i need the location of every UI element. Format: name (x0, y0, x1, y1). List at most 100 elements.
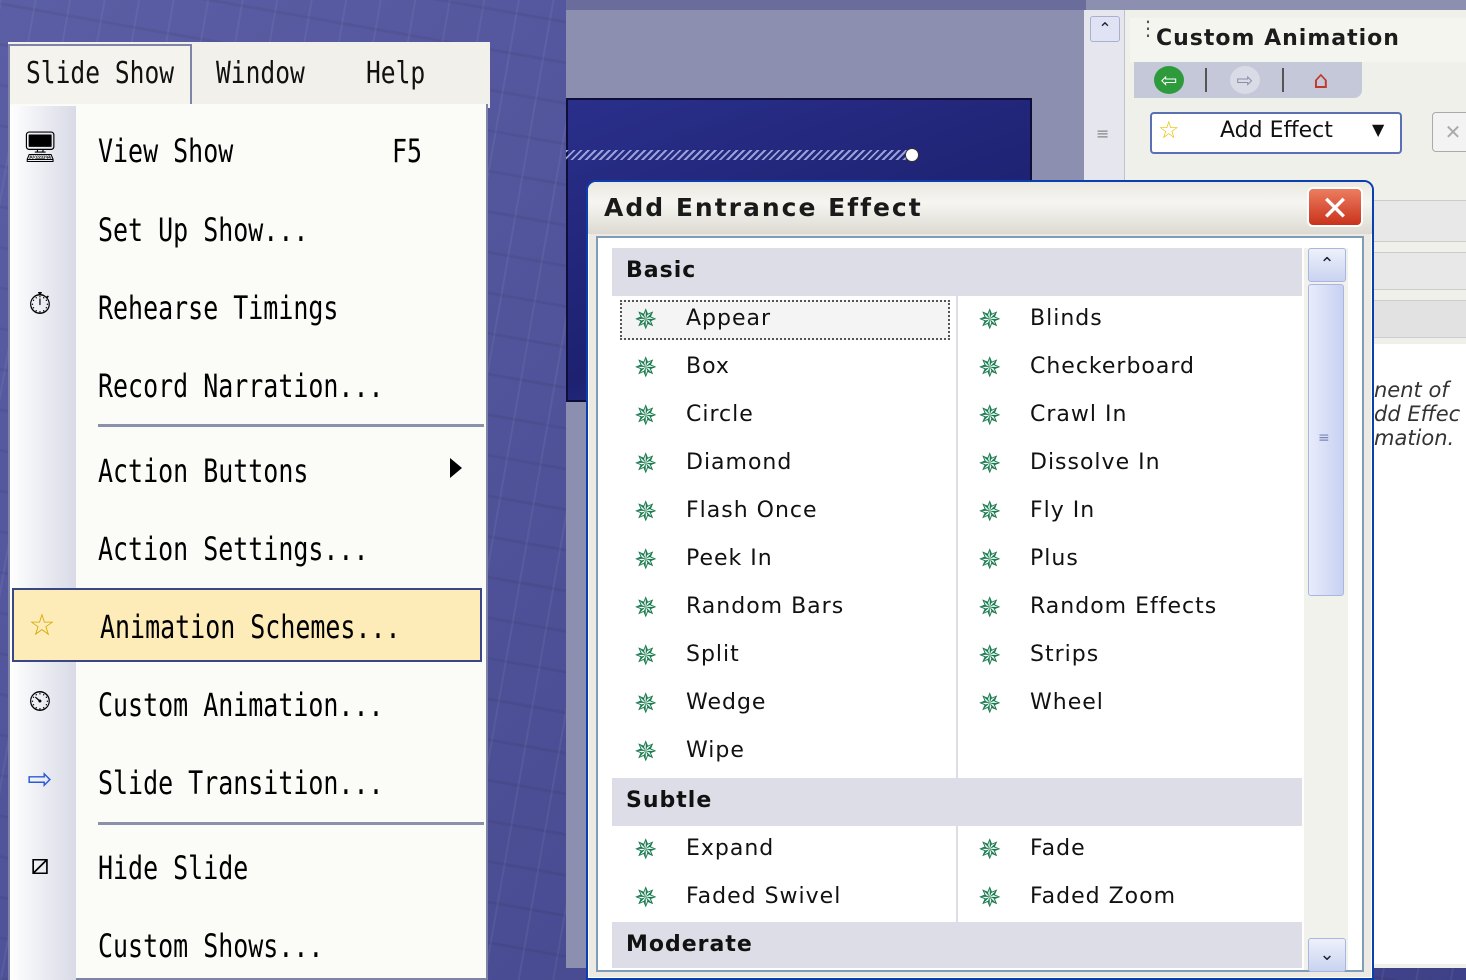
close-button[interactable]: ✕ (1307, 187, 1363, 229)
effect-item[interactable]: ✵ Diamond (618, 444, 952, 484)
effect-item[interactable]: ✵ Random Effects (962, 588, 1296, 628)
projector-icon: 🖥 (20, 130, 60, 165)
menu-item-view-show[interactable]: 🖥 View Show F5 (10, 116, 484, 182)
entrance-effect-star-icon: ✵ (634, 351, 658, 384)
effect-item[interactable]: ✵ Wheel (962, 684, 1296, 724)
task-pane-hint-line: dd Effec (1374, 402, 1461, 426)
menu-item-label: View Show (98, 132, 234, 170)
effect-item[interactable]: ✵ Strips (962, 636, 1296, 676)
effect-label: Diamond (686, 450, 793, 475)
resize-handle[interactable] (905, 148, 919, 162)
group-label: Basic (626, 258, 697, 283)
modify-property-field[interactable] (1372, 252, 1466, 290)
effect-label: Faded Zoom (1030, 884, 1176, 909)
menu-item-set-up-show[interactable]: Set Up Show... (10, 195, 484, 261)
effect-label: Fade (1030, 836, 1086, 861)
home-icon[interactable]: ⌂ (1306, 66, 1336, 94)
menu-item-custom-animation[interactable]: ⏲ Custom Animation... (10, 670, 484, 736)
effect-label: Circle (686, 402, 754, 427)
effect-label: Strips (1030, 642, 1100, 667)
effect-item[interactable]: ✵ Wedge (618, 684, 952, 724)
effect-item[interactable]: ✵ Blinds (962, 300, 1296, 340)
group-label: Moderate (626, 932, 753, 957)
entrance-effect-star-icon: ✵ (978, 639, 1002, 672)
effect-item[interactable]: ✵ Dissolve In (962, 444, 1296, 484)
effect-item[interactable]: ✵ Wipe (618, 732, 952, 772)
menu-item-label: Record Narration... (98, 367, 384, 405)
effect-item[interactable]: ✵ Fade (962, 830, 1296, 870)
effect-label: Blinds (1030, 306, 1103, 331)
menu-item-label: Animation Schemes... (100, 608, 401, 646)
menu-item-custom-shows[interactable]: Custom Shows... (10, 911, 484, 977)
entrance-effect-star-icon: ✵ (634, 881, 658, 914)
slide-transition-icon: ⇨ (27, 762, 53, 797)
effect-item[interactable]: ✵ Crawl In (962, 396, 1296, 436)
effect-item[interactable]: ✵ Appear (618, 300, 952, 340)
scroll-down-button[interactable]: ⌄ (1308, 938, 1346, 972)
task-pane-scroll-up-button[interactable]: ⌃ (1090, 16, 1120, 42)
effect-item[interactable]: ✵ Faded Swivel (618, 878, 952, 918)
menu-item-action-buttons[interactable]: Action Buttons (10, 436, 484, 502)
effect-item[interactable]: ✵ Flash Once (618, 492, 952, 532)
effect-item[interactable]: ✵ Checkerboard (962, 348, 1296, 388)
effect-item[interactable]: ✵ Split (618, 636, 952, 676)
effect-label: Box (686, 354, 730, 379)
menu-item-shortcut: F5 (392, 132, 423, 170)
scroll-up-button[interactable]: ⌃ (1308, 248, 1346, 282)
menu-item-hide-slide[interactable]: ⧄ Hide Slide (10, 833, 484, 899)
effect-item[interactable]: ✵ Plus (962, 540, 1296, 580)
effect-label: Fly In (1030, 498, 1096, 523)
task-pane-title: Custom Animation (1156, 26, 1400, 51)
back-arrow-icon[interactable]: ⇦ (1154, 66, 1184, 94)
menu-help[interactable]: Help (366, 56, 425, 91)
effect-item[interactable]: ✵ Expand (618, 830, 952, 870)
menu-separator (98, 822, 484, 825)
menu-item-label: Action Buttons (98, 452, 309, 490)
effect-item[interactable]: ✵ Random Bars (618, 588, 952, 628)
menu-window[interactable]: Window (216, 56, 305, 91)
entrance-effect-star-icon: ✵ (978, 447, 1002, 480)
entrance-effect-star-icon: ✵ (978, 399, 1002, 432)
group-header-subtle (612, 778, 1302, 826)
effect-item[interactable]: ✵ Faded Zoom (962, 878, 1296, 918)
menu-item-label: Hide Slide (98, 849, 249, 887)
menu-item-rehearse-timings[interactable]: ⏱ Rehearse Timings (10, 273, 484, 339)
effect-item[interactable]: ✵ Peek In (618, 540, 952, 580)
menu-item-label: Action Settings... (98, 530, 369, 568)
effect-item[interactable]: ✵ Box (618, 348, 952, 388)
group-header-basic (612, 248, 1302, 296)
entrance-effect-star-icon: ✵ (634, 447, 658, 480)
effect-item[interactable]: ✵ Fly In (962, 492, 1296, 532)
task-pane-hint-line: mation. (1374, 426, 1455, 450)
selection-outline (566, 150, 910, 160)
entrance-effect-star-icon: ✵ (634, 833, 658, 866)
effect-label: Plus (1030, 546, 1079, 571)
nav-separator (1205, 68, 1207, 92)
entrance-effect-star-icon: ✵ (978, 495, 1002, 528)
menu-item-record-narration[interactable]: Record Narration... (10, 351, 484, 417)
remove-button[interactable]: ✕ (1432, 112, 1466, 152)
modify-speed-field[interactable] (1372, 300, 1466, 338)
entrance-effect-star-icon: ✵ (634, 543, 658, 576)
menu-item-slide-transition[interactable]: ⇨ Slide Transition... (10, 748, 484, 814)
menu-item-label: Custom Shows... (98, 927, 324, 965)
effect-label: Random Effects (1030, 594, 1218, 619)
menu-slide-show[interactable]: Slide Show (26, 56, 174, 91)
effect-label: Crawl In (1030, 402, 1128, 427)
menu-item-label: Rehearse Timings (98, 289, 339, 327)
menu-separator (98, 424, 484, 427)
drag-handle-icon[interactable]: ⋮ (1138, 18, 1158, 38)
entrance-effect-star-icon: ✵ (634, 495, 658, 528)
menu-item-animation-schemes[interactable]: ☆ Animation Schemes... (12, 588, 482, 662)
effect-label: Appear (686, 306, 772, 331)
forward-arrow-icon[interactable]: ⇨ (1230, 66, 1260, 94)
selection-box (620, 300, 950, 340)
modify-start-field[interactable] (1372, 200, 1466, 242)
group-label: Subtle (626, 788, 713, 813)
entrance-effect-star-icon: ✵ (978, 687, 1002, 720)
effect-item[interactable]: ✵ Circle (618, 396, 952, 436)
entrance-effect-star-icon: ✵ (634, 639, 658, 672)
effect-label: Wheel (1030, 690, 1104, 715)
menu-item-action-settings[interactable]: Action Settings... (10, 514, 484, 580)
menu-item-label: Set Up Show... (98, 211, 309, 249)
